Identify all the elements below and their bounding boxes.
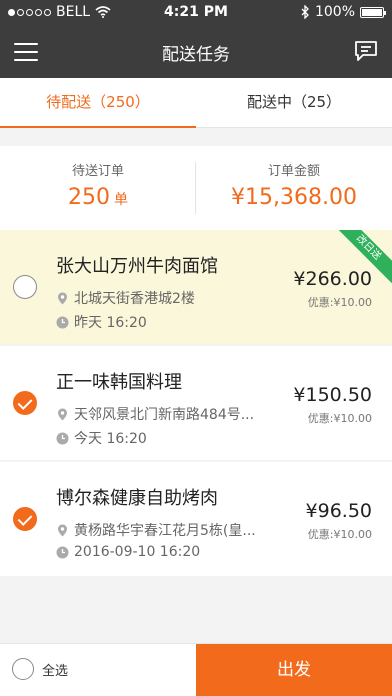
order-amount-value: ¥15,368.00 [231, 185, 357, 210]
status-bar: BELL 4:21 PM 100% [0, 0, 392, 26]
order-restaurant-name: 正一味韩国料理 [56, 372, 182, 393]
depart-button[interactable]: 出发 [196, 644, 392, 696]
order-checkbox[interactable] [13, 391, 37, 415]
location-icon [58, 408, 67, 420]
order-address: 天邻风景北门新南路484号... [56, 404, 256, 424]
select-all-checkbox[interactable] [12, 658, 34, 680]
tab-pending[interactable]: 待配送（250） [0, 78, 196, 128]
summary-panel: 待送订单 250 单 订单金额 ¥15,368.00 [0, 146, 392, 230]
order-address-text: 北城天街香港城2楼 [74, 291, 195, 307]
nav-bar: 配送任务 [0, 26, 392, 78]
order-amount-label: 订单金额 [267, 164, 320, 179]
order-address: 北城天街香港城2楼 [56, 288, 256, 308]
select-all-toggle[interactable]: 全选 [12, 658, 68, 680]
order-checkbox[interactable] [13, 507, 37, 531]
order-time: 昨天 16:20 [56, 312, 147, 332]
bluetooth-icon [301, 5, 309, 19]
order-time-text: 昨天 16:20 [74, 315, 147, 331]
location-icon [58, 292, 67, 304]
order-time: 2016-09-10 16:20 [56, 544, 200, 560]
order-address-text: 黄杨路华宇春江花月5栋(皇... [74, 523, 256, 539]
order-address-text: 天邻风景北门新南路484号... [74, 407, 255, 423]
location-icon [58, 524, 67, 536]
order-discount: 优惠:¥10.00 [307, 528, 372, 541]
order-checkbox[interactable] [13, 275, 37, 299]
battery-icon [360, 6, 386, 18]
order-time-text: 2016-09-10 16:20 [74, 544, 201, 560]
pending-orders-stat: 待送订单 250 单 [0, 146, 196, 230]
clock-icon [56, 432, 69, 444]
message-icon[interactable] [354, 40, 378, 62]
bottom-action-bar: 全选 出发 [0, 643, 392, 696]
clock-icon [56, 316, 69, 328]
order-item[interactable]: 张大山万州牛肉面馆 北城天街香港城2楼 昨天 16:20 ¥266.00 优惠:… [0, 230, 392, 344]
order-price: ¥96.50 [305, 500, 372, 522]
pending-count: 250 [68, 185, 110, 210]
tab-delivering[interactable]: 配送中（25） [196, 78, 392, 128]
tab-bar: 待配送（250） 配送中（25） [0, 78, 392, 128]
order-discount: 优惠:¥10.00 [307, 296, 372, 309]
order-time: 今天 16:20 [56, 428, 147, 448]
order-discount: 优惠:¥10.00 [307, 412, 372, 425]
clock-icon [56, 546, 69, 558]
order-restaurant-name: 博尔森健康自助烤肉 [56, 488, 218, 509]
order-price: ¥266.00 [293, 268, 372, 290]
order-price: ¥150.50 [293, 384, 372, 406]
order-item[interactable]: 正一味韩国料理 天邻风景北门新南路484号... 今天 16:20 ¥150.5… [0, 346, 392, 460]
top-bar: BELL 4:21 PM 100% 配送任务 [0, 0, 392, 78]
pending-orders-label: 待送订单 [71, 164, 124, 179]
page-title: 配送任务 [162, 45, 230, 65]
order-address: 黄杨路华宇春江花月5栋(皇... [56, 520, 256, 540]
select-all-label: 全选 [42, 663, 69, 679]
order-item[interactable]: 博尔森健康自助烤肉 黄杨路华宇春江花月5栋(皇... 2016-09-10 16… [0, 462, 392, 576]
pending-orders-value: 250 单 [0, 185, 196, 210]
order-restaurant-name: 张大山万州牛肉面馆 [56, 256, 218, 277]
pending-unit: 单 [114, 192, 128, 208]
order-time-text: 今天 16:20 [74, 431, 147, 447]
battery-percent: 100% [314, 4, 355, 20]
status-right: 100% [301, 4, 386, 20]
order-amount-stat: 订单金额 ¥15,368.00 [196, 146, 392, 230]
